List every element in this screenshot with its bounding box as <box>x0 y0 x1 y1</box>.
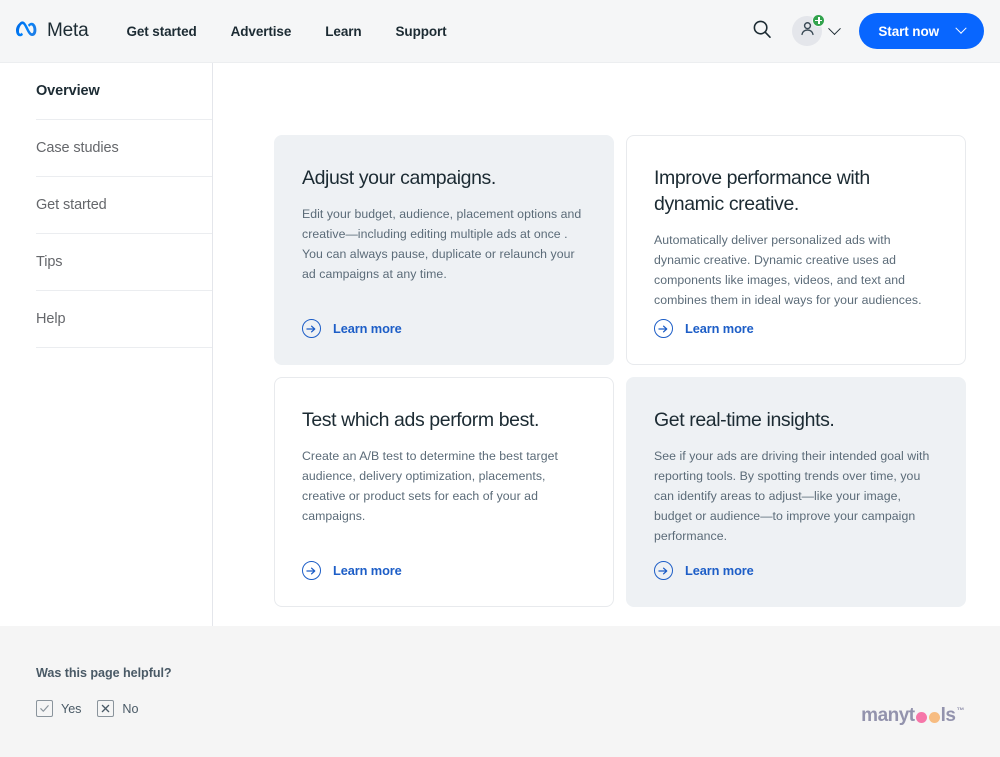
nav-item-get-started[interactable]: Get started <box>126 24 196 39</box>
manytools-watermark: manyt ls ™ <box>861 705 964 727</box>
learn-more-label: Learn more <box>333 563 402 578</box>
sidebar-item-label: Overview <box>36 83 100 99</box>
sidebar-item-tips[interactable]: Tips <box>36 234 212 291</box>
page-footer: Was this page helpful? Yes No manyt ls ™ <box>0 626 1000 757</box>
learn-more-label: Learn more <box>333 321 402 336</box>
account-menu[interactable] <box>792 14 842 46</box>
watermark-dot-peach <box>928 712 940 723</box>
watermark-trademark: ™ <box>956 706 965 715</box>
sidebar-item-overview[interactable]: Overview <box>36 63 212 120</box>
card-grid: Adjust your campaigns. Edit your budget,… <box>274 135 966 607</box>
watermark-text-part2: ls <box>940 705 956 726</box>
nav-item-learn[interactable]: Learn <box>325 24 361 39</box>
sidebar-item-label: Case studies <box>36 140 119 156</box>
meta-brand[interactable]: Meta <box>16 20 89 43</box>
learn-more-link[interactable]: Learn more <box>302 319 402 338</box>
card-body: Edit your budget, audience, placement op… <box>302 206 582 282</box>
feedback-yes-option[interactable]: Yes <box>36 700 81 717</box>
main-content: Adjust your campaigns. Edit your budget,… <box>213 63 1000 626</box>
card-title: Improve performance with dynamic creativ… <box>654 167 870 215</box>
page-root: Meta Get started Advertise Learn Support <box>0 0 1000 757</box>
card-dynamic-creative[interactable]: Improve performance with dynamic creativ… <box>626 135 966 365</box>
card-adjust-campaigns[interactable]: Adjust your campaigns. Edit your budget,… <box>274 135 614 365</box>
sidebar: Overview Case studies Get started Tips H… <box>0 63 213 626</box>
search-icon <box>752 19 772 44</box>
nav-item-advertise[interactable]: Advertise <box>231 24 292 39</box>
learn-more-label: Learn more <box>685 563 754 578</box>
start-now-button[interactable]: Start now <box>859 13 984 49</box>
body-area: Overview Case studies Get started Tips H… <box>0 63 1000 626</box>
card-title: Get real-time insights. <box>654 409 835 431</box>
learn-more-link[interactable]: Learn more <box>654 319 754 338</box>
chevron-down-icon <box>955 22 967 34</box>
card-body: See if your ads are driving their intend… <box>654 448 930 544</box>
check-icon[interactable] <box>36 700 53 717</box>
sidebar-item-help[interactable]: Help <box>36 291 212 348</box>
feedback-options: Yes No <box>36 700 1000 717</box>
watermark-dot-pink <box>915 712 927 723</box>
card-title: Test which ads perform best. <box>302 409 539 431</box>
feedback-no-label: No <box>122 701 139 716</box>
avatar[interactable] <box>792 14 826 46</box>
card-body: Automatically deliver personalized ads w… <box>654 232 922 307</box>
learn-more-link[interactable]: Learn more <box>654 561 754 580</box>
sidebar-item-get-started[interactable]: Get started <box>36 177 212 234</box>
arrow-right-circle-icon <box>654 319 673 338</box>
arrow-right-circle-icon <box>654 561 673 580</box>
x-icon[interactable] <box>97 700 115 717</box>
watermark-text-part1: manyt <box>861 705 915 726</box>
card-ab-test[interactable]: Test which ads perform best. Create an A… <box>274 377 614 607</box>
arrow-right-circle-icon <box>302 561 321 580</box>
feedback-question: Was this page helpful? <box>36 666 172 680</box>
feedback-no-option[interactable]: No <box>97 700 138 717</box>
arrow-right-circle-icon <box>302 319 321 338</box>
sidebar-item-label: Help <box>36 311 66 327</box>
search-button[interactable] <box>744 13 780 49</box>
site-header: Meta Get started Advertise Learn Support <box>0 0 1000 63</box>
start-now-label: Start now <box>878 23 939 39</box>
sidebar-item-label: Get started <box>36 197 107 213</box>
chevron-down-icon <box>828 21 842 35</box>
sidebar-item-case-studies[interactable]: Case studies <box>36 120 212 177</box>
meta-infinity-logo-icon <box>16 20 42 43</box>
card-real-time-insights[interactable]: Get real-time insights. See if your ads … <box>626 377 966 607</box>
learn-more-label: Learn more <box>685 321 754 336</box>
header-actions: Start now <box>744 13 984 49</box>
plus-badge-icon <box>812 14 826 27</box>
brand-name: Meta <box>47 20 89 41</box>
card-body: Create an A/B test to determine the best… <box>302 448 558 524</box>
nav-item-support[interactable]: Support <box>396 24 447 39</box>
sidebar-item-label: Tips <box>36 254 63 270</box>
learn-more-link[interactable]: Learn more <box>302 561 402 580</box>
main-nav: Get started Advertise Learn Support <box>126 24 446 39</box>
feedback-yes-label: Yes <box>61 701 82 716</box>
card-title: Adjust your campaigns. <box>302 167 496 189</box>
